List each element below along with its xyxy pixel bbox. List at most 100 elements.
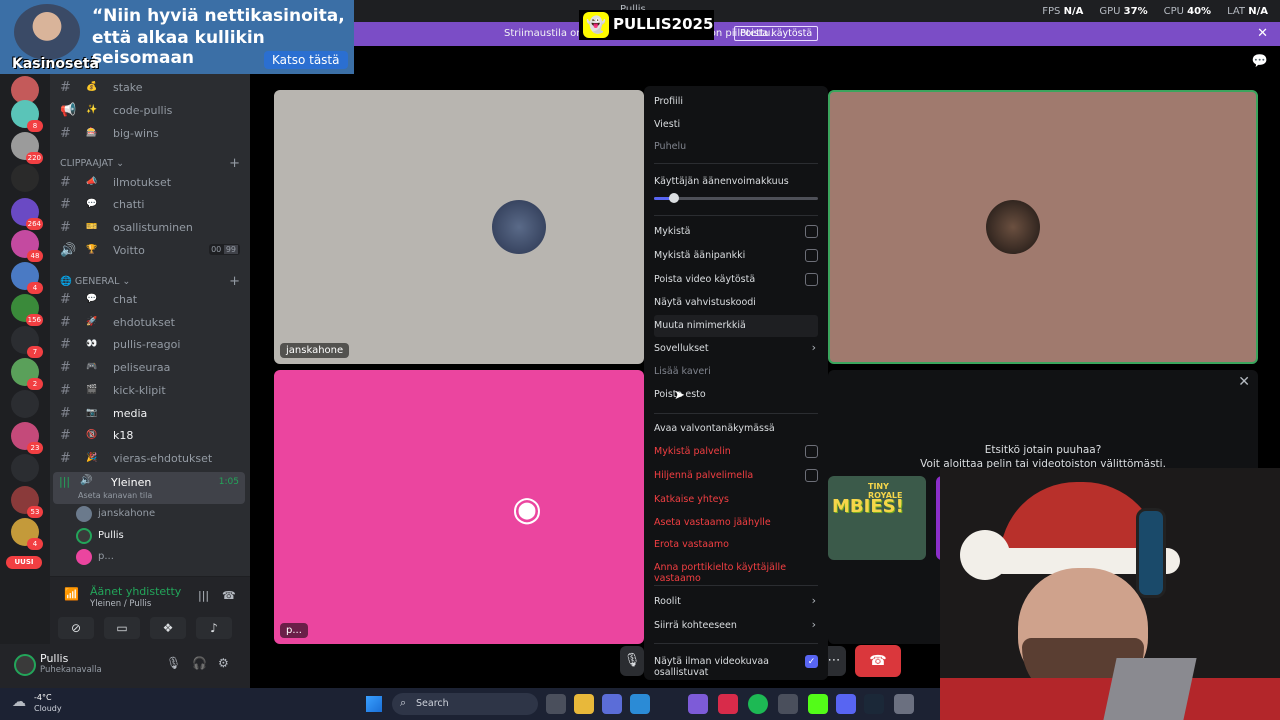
avatar[interactable]	[14, 654, 36, 676]
server-icon[interactable]: 4	[11, 518, 43, 550]
category-general[interactable]: 🌐 GENERAL ⌄ +	[60, 274, 240, 289]
participant-tile-speaking[interactable]	[828, 90, 1258, 364]
new-badge[interactable]: UUSI	[6, 556, 42, 569]
screen-share-button[interactable]: ▭	[104, 617, 140, 639]
gear-icon[interactable]: ⚙	[218, 656, 229, 670]
user-volume-slider[interactable]	[654, 193, 818, 203]
channel-ehdotukset[interactable]: # 🚀 ehdotukset	[56, 313, 244, 333]
menu-item-roles[interactable]: Roolit ›	[654, 591, 818, 613]
checkbox[interactable]	[805, 273, 818, 286]
server-icon[interactable]: 48	[11, 230, 43, 262]
server-icon[interactable]	[11, 164, 39, 192]
menu-item-message[interactable]: Viesti	[654, 114, 818, 136]
volume-knob[interactable]	[668, 193, 679, 203]
server-icon[interactable]	[11, 390, 39, 418]
menu-item-disable-video[interactable]: Poista video käytöstä	[654, 269, 818, 291]
menu-item-call[interactable]: Puhelu	[654, 136, 818, 158]
checkbox[interactable]	[805, 469, 818, 482]
channel-media[interactable]: # 📷 media	[56, 404, 244, 424]
server-icon[interactable]	[11, 454, 39, 482]
settings-icon[interactable]	[894, 694, 914, 714]
steam-icon[interactable]	[864, 694, 884, 714]
participant-tile[interactable]: ◉ p...	[274, 370, 644, 644]
channel-osallistuminen[interactable]: # 🎫 osallistuminen	[56, 218, 244, 238]
headphones-icon[interactable]: 🎧	[192, 656, 207, 670]
microphone-icon[interactable]: 🎙	[166, 656, 181, 670]
channel-ilmotukset[interactable]: # 📣 ilmotukset	[56, 173, 244, 193]
menu-item-timeout[interactable]: Aseta vastaamo jäähylle	[654, 512, 818, 534]
close-icon[interactable]: ✕	[1238, 374, 1250, 390]
menu-item-move-to[interactable]: Siirrä kohteeseen ›	[654, 615, 818, 637]
activity-card[interactable]: TINY ROYALE MBIES!	[828, 476, 926, 560]
server-icon[interactable]: 23	[11, 422, 43, 454]
channel-chatti[interactable]: # 💬 chatti	[56, 195, 244, 215]
category-clippaajat[interactable]: CLIPPAAJAT ⌄ +	[60, 156, 240, 171]
participant-tile[interactable]: janskahone	[274, 90, 644, 364]
voice-channel-voitto[interactable]: 🔊 🏆 Voitto 00 99	[56, 241, 244, 261]
server-icon[interactable]: 220	[11, 132, 43, 164]
microphone-icon[interactable]: 🎙	[620, 646, 644, 676]
windows-start-icon[interactable]	[366, 696, 382, 712]
spotify-icon[interactable]	[748, 694, 768, 714]
menu-item-server-deafen[interactable]: Hiljennä palvelimella	[654, 465, 818, 487]
channel-pullis-reagoi[interactable]: # 👀 pullis-reagoi	[56, 335, 244, 355]
disconnect-icon[interactable]: ☎	[222, 589, 236, 602]
close-icon[interactable]: ✕	[1257, 26, 1268, 41]
server-icon[interactable]: 264	[11, 198, 43, 230]
noise-suppression-icon[interactable]: |||	[198, 589, 209, 602]
taskbar-search[interactable]: ⌕ Search	[392, 693, 538, 715]
discord-icon[interactable]	[836, 694, 856, 714]
channel-kick-klipit[interactable]: # 🎬 kick-klipit	[56, 381, 244, 401]
server-icon[interactable]: 7	[11, 326, 43, 358]
menu-item-server-mute[interactable]: Mykistä palvelin	[654, 441, 818, 463]
menu-item-show-verification[interactable]: Näytä vahvistuskoodi	[654, 292, 818, 314]
weather-temp[interactable]: -4°C	[34, 693, 52, 702]
server-icon[interactable]: 2	[11, 358, 43, 390]
menu-item-ban[interactable]: Anna porttikielto käyttäjälle vastaamo	[654, 557, 818, 584]
menu-item-add-friend[interactable]: Lisää kaveri	[654, 361, 818, 383]
checkbox[interactable]	[805, 225, 818, 238]
menu-item-open-moderation[interactable]: Avaa valvontanäkymässä	[654, 418, 818, 440]
app-icon[interactable]	[602, 694, 622, 714]
menu-item-change-nickname[interactable]: Muuta nimimerkkiä	[654, 315, 818, 337]
voice-channel-path[interactable]: Yleinen / Pullis	[90, 599, 151, 609]
add-channel-icon[interactable]: +	[229, 156, 240, 171]
chat-icon[interactable]: 💬	[1252, 54, 1268, 69]
voice-channel-yleinen[interactable]: ||| 🔊 Yleinen 1:05 Aseta kanavan tila	[53, 472, 245, 504]
channel-big-wins[interactable]: # 🎰 big-wins	[56, 124, 244, 144]
channel-stake[interactable]: # 💰 stake	[56, 78, 244, 98]
disconnect-button[interactable]: ☎	[855, 645, 901, 677]
menu-item-profile[interactable]: Profiili	[654, 91, 818, 113]
opera-icon[interactable]	[718, 694, 738, 714]
soundboard-button[interactable]: ♪	[196, 617, 232, 639]
server-icon[interactable]: 156	[11, 294, 43, 326]
app-icon[interactable]	[688, 694, 708, 714]
set-channel-status[interactable]: Aseta kanavan tila	[78, 491, 152, 500]
task-view-icon[interactable]	[546, 694, 566, 714]
camera-off-button[interactable]: ⊘	[58, 617, 94, 639]
menu-item-show-non-video[interactable]: Näytä ilman videokuvaa osallistuvat ✓	[654, 651, 818, 678]
menu-item-mute-soundboard[interactable]: Mykistä äänipankki	[654, 245, 818, 267]
menu-item-apps[interactable]: Sovellukset ›	[654, 338, 818, 360]
add-channel-icon[interactable]: +	[229, 274, 240, 289]
menu-item-kick[interactable]: Erota vastaamo	[654, 534, 818, 556]
channel-code-pullis[interactable]: 📢 ✨ code-pullis	[56, 101, 244, 121]
channel-peliseuraa[interactable]: # 🎮 peliseuraa	[56, 358, 244, 378]
kick-icon[interactable]	[808, 694, 828, 714]
ad-overlay[interactable]: Kasinosetä “Niin hyviä nettikasinoita, e…	[0, 0, 354, 74]
channel-vieras-ehdotukset[interactable]: # 🎉 vieras-ehdotukset	[56, 449, 244, 469]
checkbox-checked[interactable]: ✓	[805, 655, 818, 668]
ad-cta-button[interactable]: Katso tästä	[264, 51, 348, 69]
app-icon[interactable]	[778, 694, 798, 714]
activities-button[interactable]: ❖	[150, 617, 186, 639]
weather-condition[interactable]: Cloudy	[34, 704, 62, 713]
server-icon[interactable]: 8	[11, 100, 43, 132]
file-explorer-icon[interactable]	[574, 694, 594, 714]
menu-item-mute[interactable]: Mykistä	[654, 221, 818, 243]
disable-streamer-mode-button[interactable]: Poista käytöstä	[734, 26, 819, 41]
server-icon[interactable]: 4	[11, 262, 43, 294]
checkbox[interactable]	[805, 249, 818, 262]
channel-k18[interactable]: # 🔞 k18	[56, 426, 244, 446]
server-icon[interactable]: 53	[11, 486, 43, 518]
menu-item-disconnect[interactable]: Katkaise yhteys	[654, 489, 818, 511]
